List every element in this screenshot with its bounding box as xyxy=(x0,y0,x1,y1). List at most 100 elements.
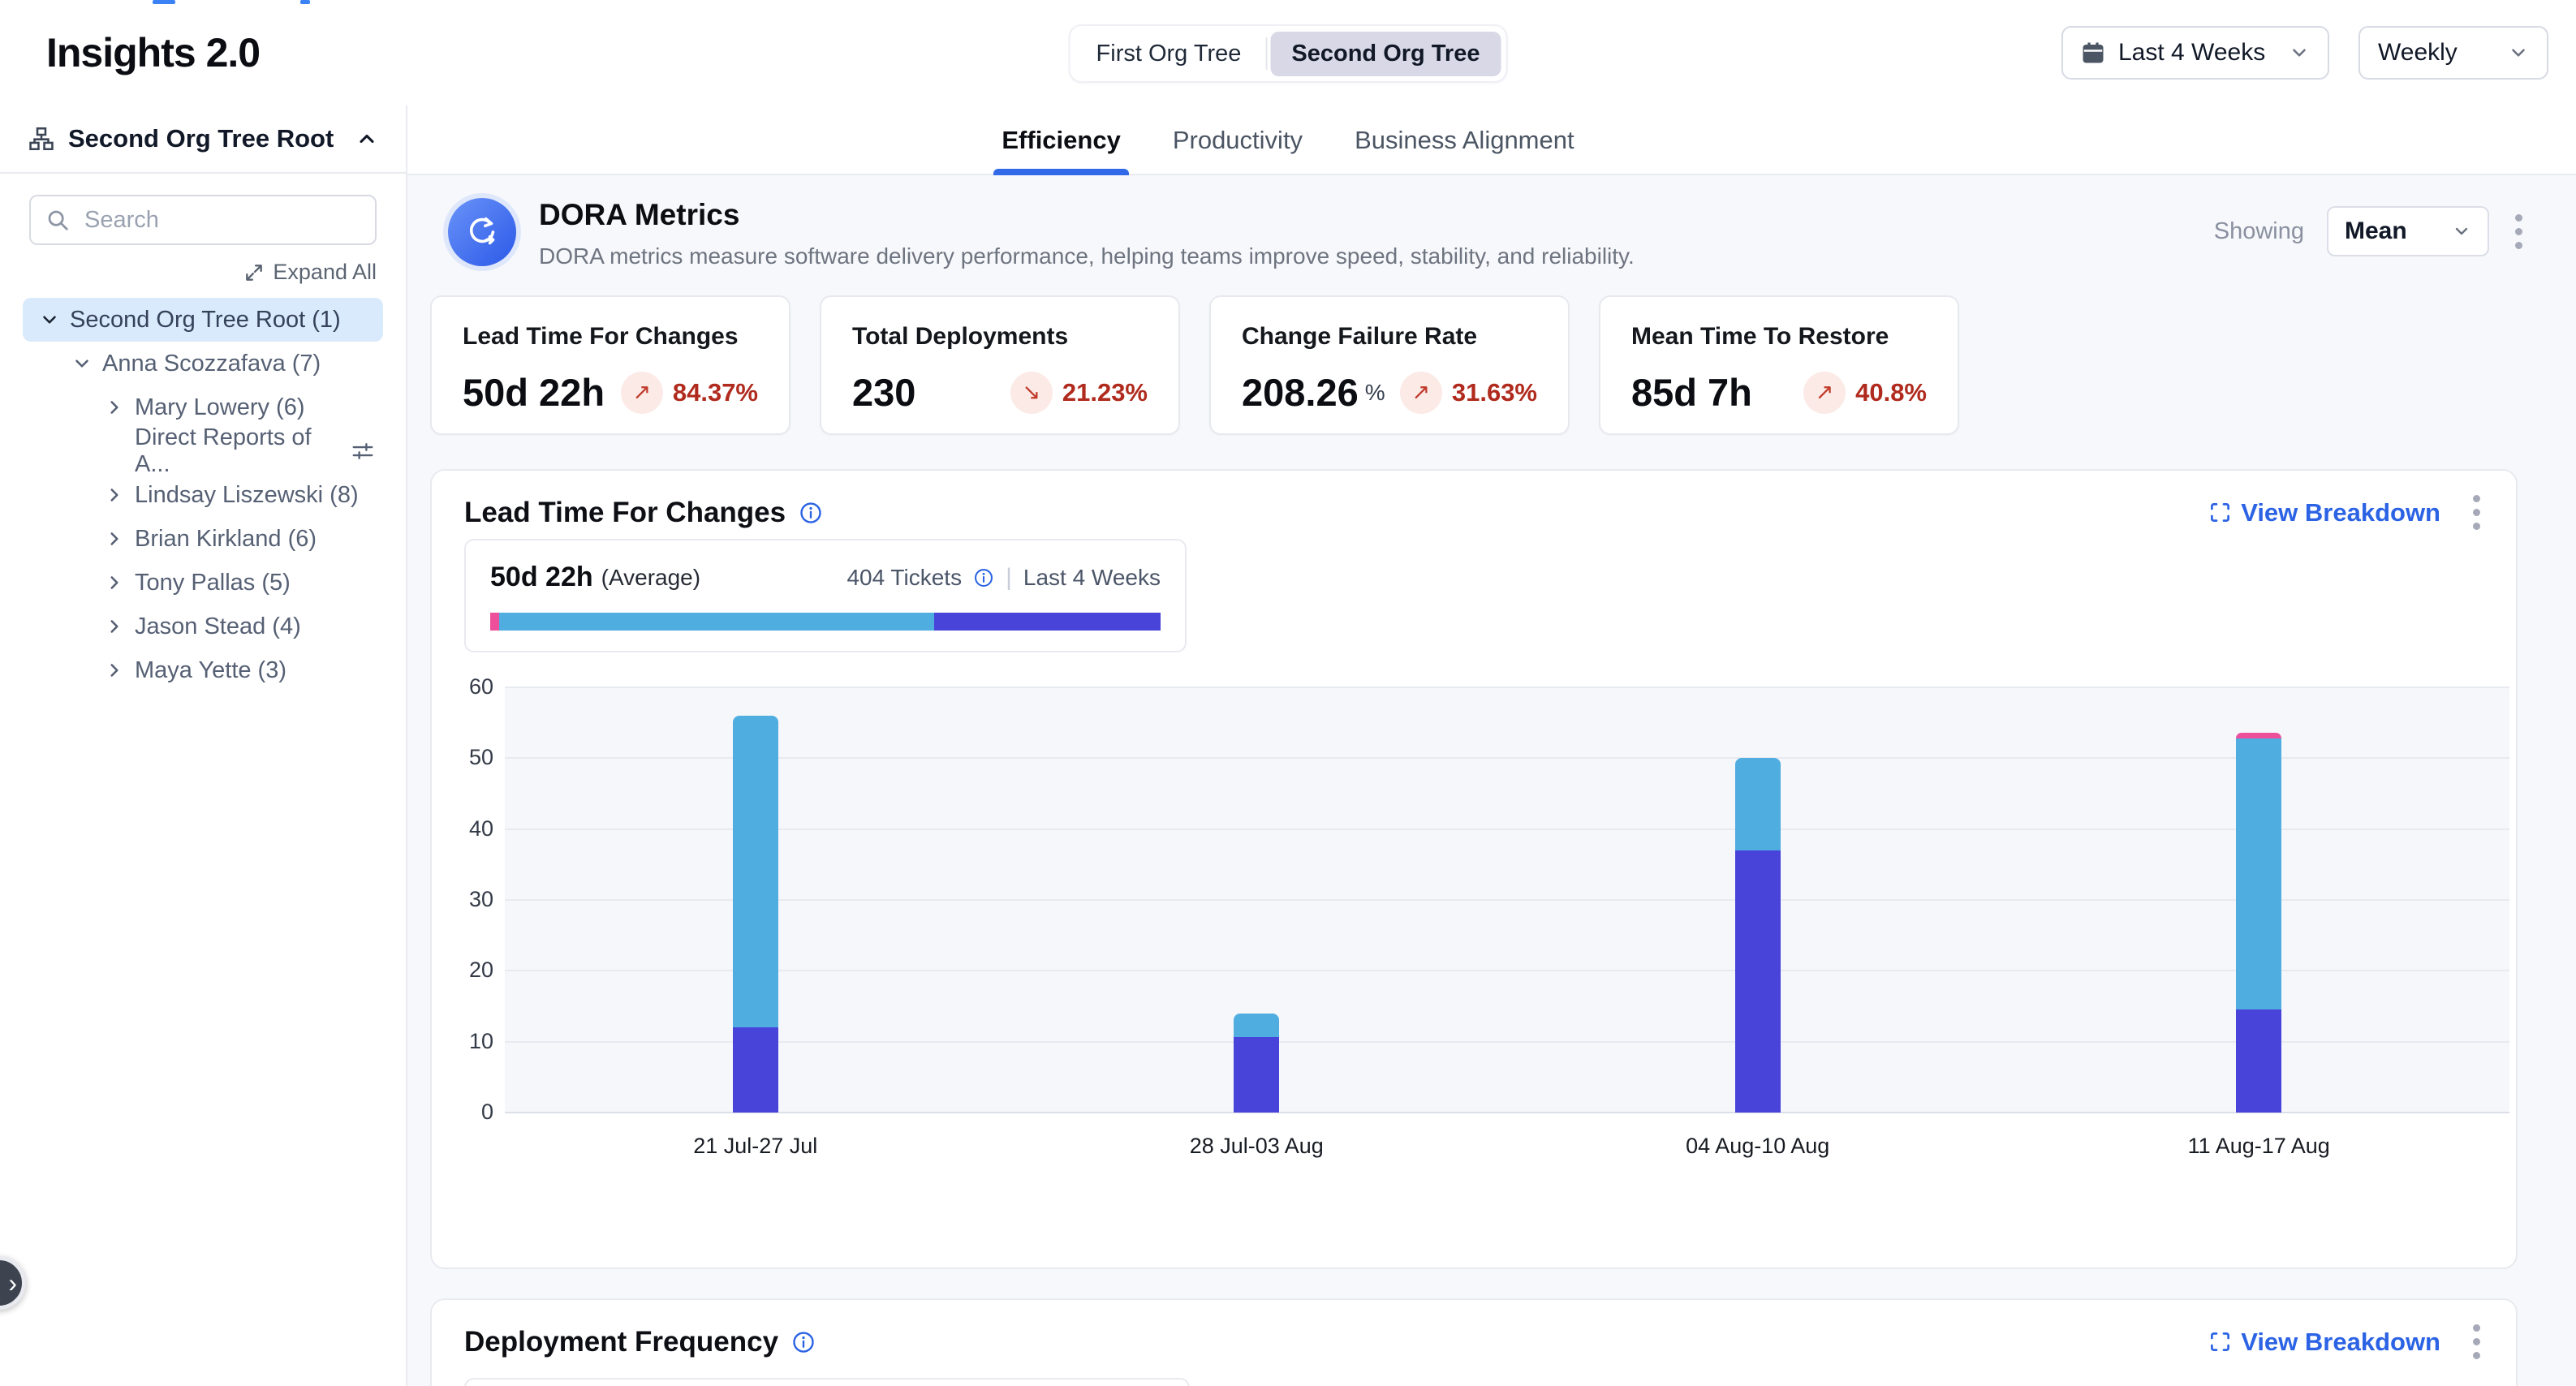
stat-value: 230 xyxy=(852,370,915,415)
chevron-right-icon[interactable] xyxy=(104,528,125,549)
tree-item-direct-reports-of-a[interactable]: Direct Reports of A... xyxy=(23,429,383,473)
tree-item-label: Brian Kirkland (6) xyxy=(135,526,317,553)
deployment-kebab-menu[interactable] xyxy=(2470,1321,2483,1362)
org-tree-sidebar: Second Org Tree Root Expand All Second O… xyxy=(0,105,407,1386)
expand-all-button[interactable]: Expand All xyxy=(0,260,406,285)
filter-sliders-icon[interactable] xyxy=(351,439,375,463)
tabs: Efficiency Productivity Business Alignme… xyxy=(0,105,2576,175)
y-tick-label: 60 xyxy=(432,674,493,699)
dora-kebab-menu[interactable] xyxy=(2512,211,2526,252)
x-tick-label: 21 Jul-27 Jul xyxy=(618,1134,894,1159)
stat-title: Mean Time To Restore xyxy=(1631,323,1927,351)
expand-all-label: Expand All xyxy=(273,260,377,285)
stacked-bar-04-aug-10-aug[interactable] xyxy=(1735,758,1781,1113)
stat-value: 50d 22h xyxy=(463,370,605,415)
tab-productivity[interactable]: Productivity xyxy=(1173,105,1303,175)
bar-segment-build xyxy=(1234,1037,1279,1113)
info-icon[interactable] xyxy=(973,567,994,588)
tab-business-alignment[interactable]: Business Alignment xyxy=(1355,105,1574,175)
stat-card-change-failure-rate: Change Failure Rate 208.26 % ↗ 31.63% xyxy=(1209,295,1570,435)
view-breakdown-button[interactable]: View Breakdown xyxy=(2209,1328,2440,1357)
summary-tickets: 404 Tickets xyxy=(846,565,962,591)
dora-section-title: DORA Metrics xyxy=(539,198,739,232)
bar-segment-review xyxy=(2236,738,2281,1009)
x-tick-label: 28 Jul-03 Aug xyxy=(1118,1134,1394,1159)
toggle-divider xyxy=(1265,37,1267,70)
chevron-right-icon[interactable] xyxy=(104,616,125,637)
stat-delta: 31.63% xyxy=(1452,378,1537,407)
tree-item-anna-scozzafava-7[interactable]: Anna Scozzafava (7) xyxy=(23,342,383,385)
info-icon[interactable] xyxy=(799,501,823,525)
stat-delta: 21.23% xyxy=(1062,378,1148,407)
tree-item-jason-stead-4[interactable]: Jason Stead (4) xyxy=(23,605,383,648)
search-icon xyxy=(45,208,70,232)
chevron-down-icon[interactable] xyxy=(39,309,60,330)
date-range-dropdown[interactable]: Last 4 Weeks xyxy=(2061,26,2329,80)
chevron-right-icon[interactable] xyxy=(104,572,125,593)
lead-time-kebab-menu[interactable] xyxy=(2470,492,2483,533)
cropped-browser-artifact xyxy=(153,0,175,4)
tree-item-label: Anna Scozzafava (7) xyxy=(102,351,321,377)
bar-segment-review xyxy=(1735,758,1781,850)
search-input[interactable] xyxy=(83,206,360,235)
chevron-right-icon[interactable] xyxy=(104,660,125,681)
tree-item-lindsay-liszewski-8[interactable]: Lindsay Liszewski (8) xyxy=(23,473,383,517)
top-bar: Insights 2.0 First Org Tree Second Org T… xyxy=(0,0,2576,107)
bar-segment-build xyxy=(1735,850,1781,1113)
showing-control: Showing Mean xyxy=(2214,206,2526,256)
deployment-frequency-card: Deployment Frequency View Breakdown xyxy=(430,1298,2518,1386)
tree-item-brian-kirkland-6[interactable]: Brian Kirkland (6) xyxy=(23,517,383,561)
stacked-bar-21-jul-27-jul[interactable] xyxy=(733,716,778,1113)
calendar-icon xyxy=(2081,41,2105,65)
view-breakdown-label: View Breakdown xyxy=(2241,498,2440,527)
toggle-second-org-tree[interactable]: Second Org Tree xyxy=(1270,32,1501,76)
page-title: Insights 2.0 xyxy=(46,29,260,76)
toggle-first-org-tree[interactable]: First Org Tree xyxy=(1075,32,1263,76)
dora-metrics-icon xyxy=(443,193,521,271)
info-icon[interactable] xyxy=(791,1330,816,1354)
tree-item-tony-pallas-5[interactable]: Tony Pallas (5) xyxy=(23,561,383,605)
gridline-y-50 xyxy=(505,757,2509,759)
trend-up-arrow-icon: ↗ xyxy=(621,372,663,414)
tree-item-label: Second Org Tree Root (1) xyxy=(70,307,341,334)
trend-up-arrow-icon: ↗ xyxy=(1803,372,1846,414)
chevron-down-icon[interactable] xyxy=(71,353,93,374)
stat-card-mean-time-to-restore: Mean Time To Restore 85d 7h ↗ 40.8% xyxy=(1599,295,1959,435)
tab-efficiency[interactable]: Efficiency xyxy=(1002,105,1120,175)
chevron-right-icon[interactable] xyxy=(104,397,125,418)
active-tab-underline xyxy=(993,169,1128,175)
tree-item-label: Mary Lowery (6) xyxy=(135,394,305,421)
view-breakdown-button[interactable]: View Breakdown xyxy=(2209,498,2440,527)
trend-up-arrow-icon: ↗ xyxy=(1400,372,1442,414)
lead-time-summary-card: 50d 22h (Average) 404 Tickets | Last 4 W… xyxy=(464,539,1187,652)
lead-time-chart-plot xyxy=(505,687,2509,1113)
sidebar-search xyxy=(29,195,377,245)
y-tick-label: 10 xyxy=(432,1029,493,1054)
tree-item-mary-lowery-6[interactable]: Mary Lowery (6) xyxy=(23,385,383,429)
aggregation-select[interactable]: Mean xyxy=(2327,206,2489,256)
gridline-y-20 xyxy=(505,970,2509,971)
tree-item-label: Tony Pallas (5) xyxy=(135,570,291,596)
org-tree-list: Second Org Tree Root (1) Anna Scozzafava … xyxy=(0,298,406,692)
gridline-y-30 xyxy=(505,899,2509,901)
bar-segment-review xyxy=(733,716,778,1027)
stacked-bar-11-aug-17-aug[interactable] xyxy=(2236,733,2281,1113)
summary-average-value: 50d 22h xyxy=(490,562,593,593)
y-tick-label: 50 xyxy=(432,745,493,770)
bar-segment-review xyxy=(1234,1014,1279,1037)
lead-time-card: Lead Time For Changes View Breakdown 50d… xyxy=(430,469,2518,1269)
chevron-right-icon[interactable] xyxy=(104,484,125,506)
summary-average-qualifier: (Average) xyxy=(601,565,700,591)
deployment-summary-card-partial xyxy=(464,1378,1190,1386)
stat-title: Lead Time For Changes xyxy=(463,323,758,351)
stacked-bar-28-jul-03-aug[interactable] xyxy=(1234,1014,1279,1113)
chevron-down-icon xyxy=(2289,42,2310,63)
granularity-dropdown[interactable]: Weekly xyxy=(2358,26,2548,80)
org-tree-toggle: First Org Tree Second Org Tree xyxy=(1069,24,1508,83)
tree-item-second-org-tree-root-1[interactable]: Second Org Tree Root (1) xyxy=(23,298,383,342)
view-breakdown-icon xyxy=(2209,1331,2231,1353)
divider: | xyxy=(1006,564,1012,592)
phase-segment-planning xyxy=(490,613,499,631)
y-tick-label: 0 xyxy=(432,1100,493,1125)
tree-item-maya-yette-3[interactable]: Maya Yette (3) xyxy=(23,648,383,692)
